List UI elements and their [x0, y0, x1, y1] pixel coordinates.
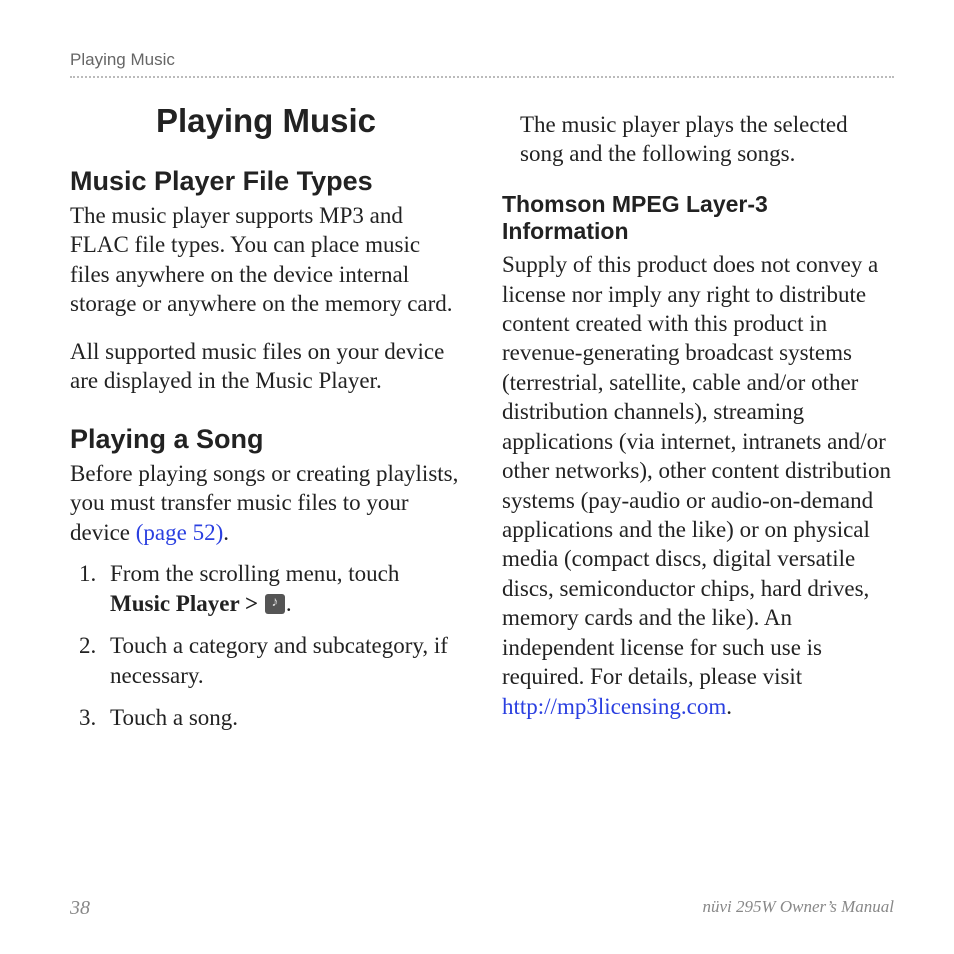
- page-reference-link[interactable]: (page 52): [136, 520, 224, 545]
- text: .: [286, 591, 292, 616]
- text: From the scrolling menu, touch: [110, 561, 399, 586]
- steps-list: From the scrolling menu, touch Music Pla…: [70, 559, 462, 732]
- list-item: From the scrolling menu, touch Music Pla…: [102, 559, 462, 619]
- column-left: Playing Music Music Player File Types Th…: [70, 102, 462, 732]
- subsection-title-thomson: Thomson MPEG Layer-3 Information: [502, 191, 894, 246]
- list-item: Touch a song.: [102, 703, 462, 733]
- section-title-playing-song: Playing a Song: [70, 424, 462, 455]
- text: .: [223, 520, 229, 545]
- music-player-icon: [265, 594, 285, 614]
- page-footer: 38 nüvi 295W Owner’s Manual: [70, 897, 894, 920]
- menu-path: Music Player >: [110, 591, 264, 616]
- body-paragraph: All supported music files on your device…: [70, 337, 462, 396]
- section-title-file-types: Music Player File Types: [70, 166, 462, 197]
- body-paragraph: Supply of this product does not convey a…: [502, 250, 894, 721]
- page-number: 38: [70, 897, 90, 920]
- text: .: [726, 694, 732, 719]
- text: Before playing songs or creating playlis…: [70, 461, 458, 545]
- external-link[interactable]: http://mp3licensing.com: [502, 694, 726, 719]
- column-right: The music player plays the selected song…: [502, 102, 894, 732]
- chapter-title: Playing Music: [70, 102, 462, 140]
- list-item: Touch a category and subcategory, if nec…: [102, 631, 462, 691]
- body-paragraph: The music player supports MP3 and FLAC f…: [70, 201, 462, 319]
- running-head: Playing Music: [70, 50, 894, 78]
- manual-title: nüvi 295W Owner’s Manual: [702, 897, 894, 920]
- page-body: Playing Music Music Player File Types Th…: [70, 102, 894, 732]
- body-paragraph: Before playing songs or creating playlis…: [70, 459, 462, 547]
- body-paragraph: The music player plays the selected song…: [520, 110, 894, 169]
- text: Supply of this product does not convey a…: [502, 252, 891, 689]
